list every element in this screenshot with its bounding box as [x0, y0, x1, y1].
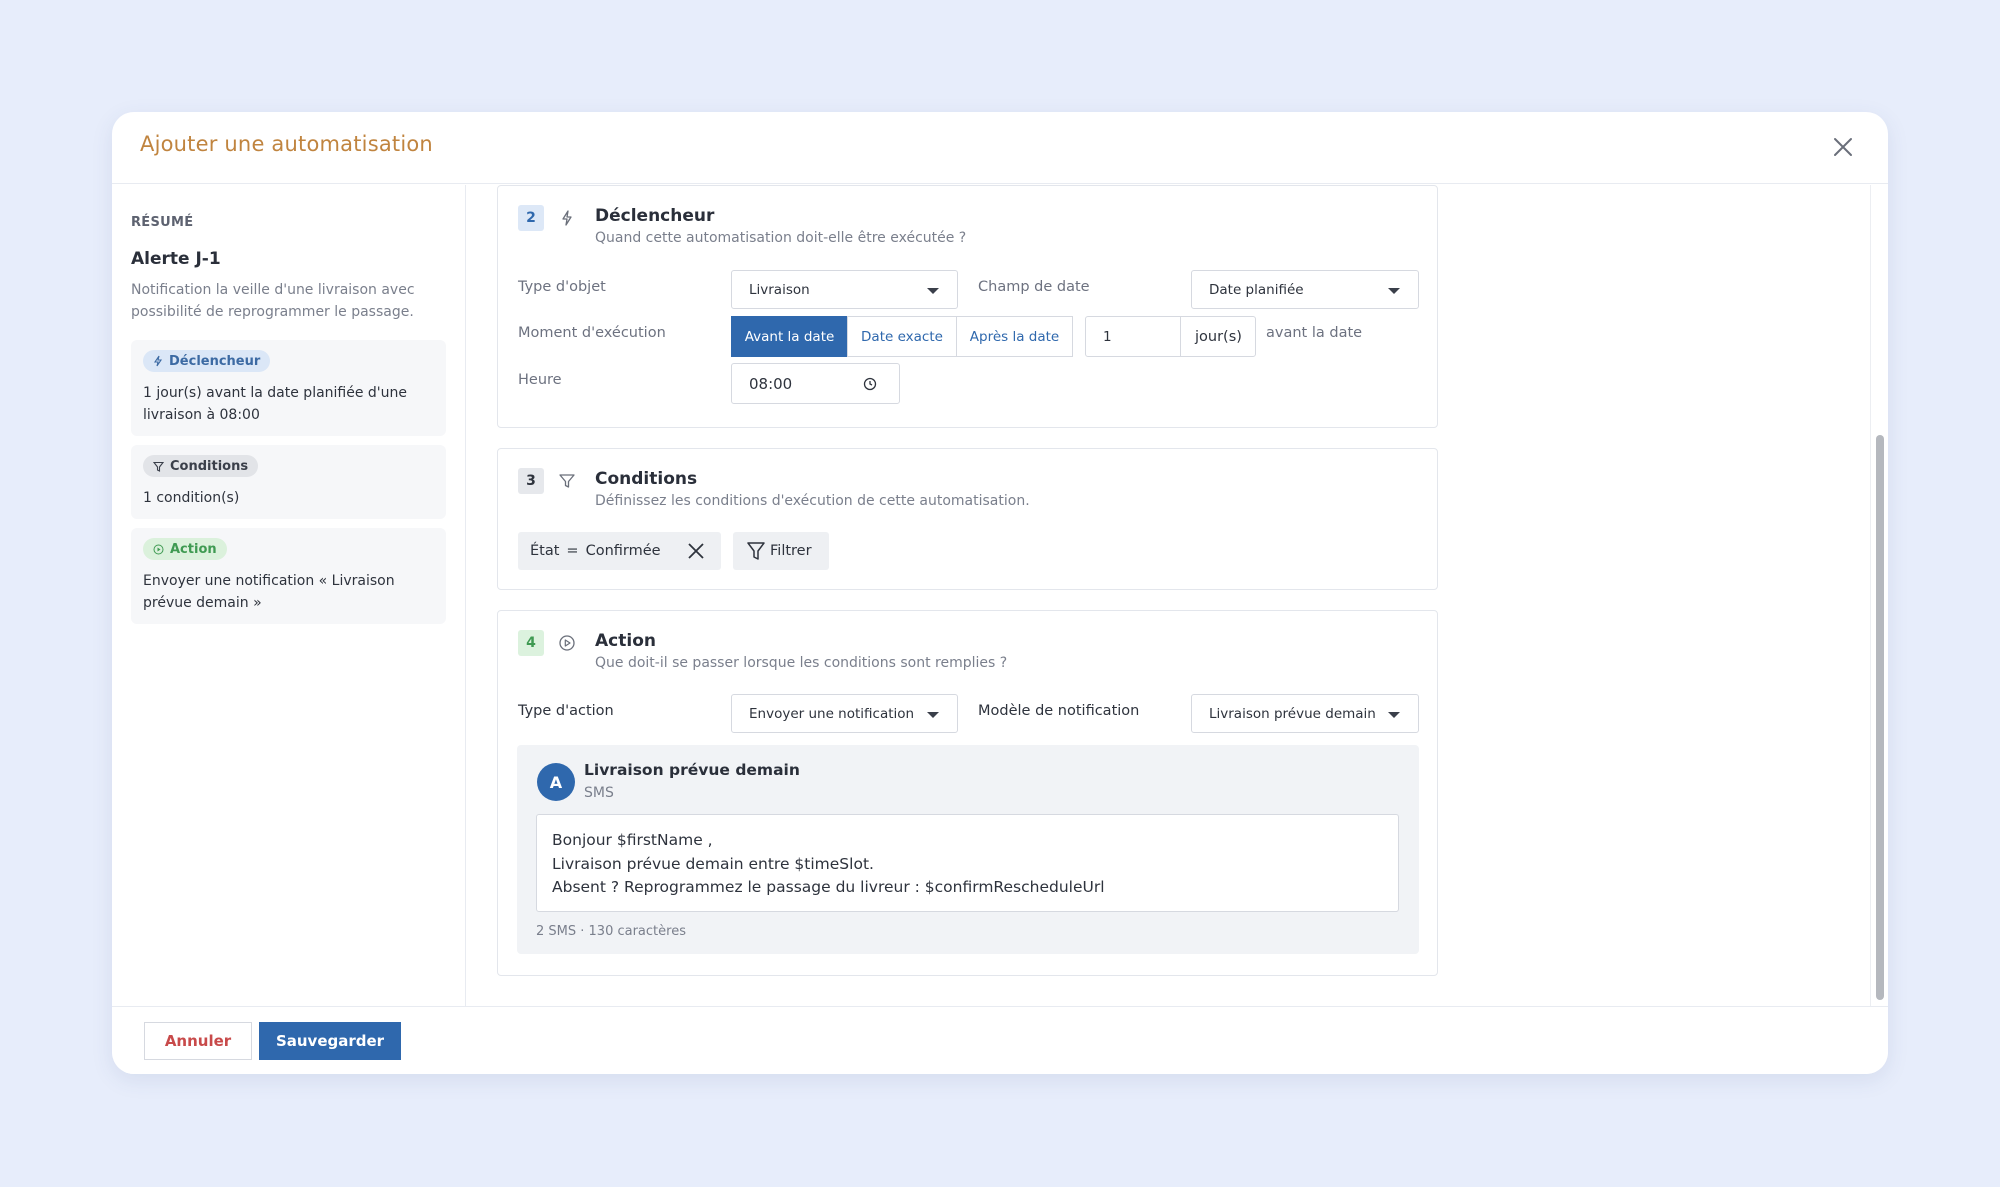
offset-suffix: avant la date: [1266, 325, 1363, 341]
offset-unit: jour(s): [1180, 316, 1256, 357]
filter-icon: [559, 474, 575, 488]
sms-count: 2 SMS · 130 caractères: [536, 924, 686, 939]
save-button[interactable]: Sauvegarder: [259, 1022, 401, 1060]
filter-operator: =: [566, 543, 579, 559]
scrollbar[interactable]: [1870, 185, 1888, 1006]
message-line: Bonjour $firstName ,: [552, 831, 713, 849]
moment-option-exact[interactable]: Date exacte: [847, 316, 957, 357]
main-content[interactable]: 2 Déclencheur Quand cette automatisation…: [467, 185, 1888, 1006]
summary-card-trigger: Déclencheur 1 jour(s) avant la date plan…: [131, 340, 446, 436]
conditions-chip: Conditions: [143, 455, 259, 477]
section-title: Déclencheur: [595, 206, 715, 226]
object-type-select[interactable]: Livraison: [731, 270, 958, 309]
moment-option-before[interactable]: Avant la date: [731, 316, 848, 357]
play-circle-icon: [559, 635, 575, 651]
trigger-chip-label: Déclencheur: [169, 353, 261, 369]
action-chip: Action: [143, 538, 227, 560]
summary-card-conditions: Conditions 1 condition(s): [131, 445, 446, 519]
action-chip-label: Action: [170, 541, 217, 557]
close-icon: [1834, 138, 1852, 156]
chevron-down-icon: [927, 712, 939, 718]
section-subtitle: Définissez les conditions d'exécution de…: [595, 493, 1030, 509]
time-value: 08:00: [749, 374, 793, 393]
preview-title: Livraison prévue demain: [584, 761, 800, 779]
step-badge: 4: [518, 630, 544, 656]
summary-title: Alerte J-1: [131, 249, 221, 269]
chevron-down-icon: [1388, 712, 1400, 718]
automation-modal: Ajouter une automatisation RÉSUMÉ Alerte…: [112, 112, 1888, 1074]
preview-channel: SMS: [584, 785, 614, 801]
play-circle-icon: [153, 544, 164, 554]
filter-button-label: Filtrer: [770, 543, 812, 559]
template-label: Modèle de notification: [978, 703, 1140, 719]
moment-label: Moment d'exécution: [518, 325, 666, 341]
time-label: Heure: [518, 372, 562, 388]
action-summary-text: Envoyer une notification « Livraison pré…: [143, 573, 395, 611]
section-title: Action: [595, 631, 656, 651]
close-button[interactable]: [1828, 132, 1858, 162]
filter-value: Confirmée: [585, 543, 661, 559]
template-value: Livraison prévue demain: [1209, 705, 1376, 722]
scrollbar-thumb[interactable]: [1876, 435, 1884, 1000]
conditions-section: 3 Conditions Définissez les conditions d…: [497, 448, 1438, 590]
summary-sidebar: RÉSUMÉ Alerte J-1 Notification la veille…: [112, 185, 466, 1006]
moment-option-after[interactable]: Après la date: [956, 316, 1073, 357]
date-field-select[interactable]: Date planifiée: [1191, 270, 1419, 309]
action-section: 4 Action Que doit-il se passer lorsque l…: [497, 610, 1438, 976]
message-line: Livraison prévue demain entre $timeSlot.: [552, 854, 874, 873]
time-input[interactable]: 08:00: [731, 363, 900, 404]
action-type-value: Envoyer une notification: [749, 705, 915, 722]
summary-card-action: Action Envoyer une notification « Livrai…: [131, 528, 446, 624]
template-select[interactable]: Livraison prévue demain: [1191, 694, 1419, 733]
section-subtitle: Que doit-il se passer lorsque les condit…: [595, 655, 1008, 671]
step-badge: 2: [518, 205, 544, 231]
object-type-label: Type d'objet: [518, 279, 606, 295]
modal-footer: Annuler Sauvegarder: [112, 1006, 1888, 1074]
avatar: A: [537, 763, 575, 801]
conditions-chip-label: Conditions: [170, 458, 249, 474]
lightning-icon: [562, 210, 572, 226]
filter-button[interactable]: Filtrer: [733, 532, 829, 570]
step-badge: 3: [518, 468, 544, 494]
summary-description: Notification la veille d'une livraison a…: [131, 282, 415, 320]
chevron-down-icon: [1388, 288, 1400, 294]
notification-preview: A Livraison prévue demain SMS Bonjour $f…: [517, 745, 1419, 954]
filter-field: État: [530, 543, 560, 559]
clock-icon: [863, 377, 877, 391]
trigger-chip: Déclencheur: [143, 350, 271, 372]
modal-title: Ajouter une automatisation: [140, 132, 433, 156]
offset-unit-label: jour(s): [1195, 328, 1242, 345]
summary-kicker: RÉSUMÉ: [131, 215, 194, 230]
section-subtitle: Quand cette automatisation doit-elle êtr…: [595, 230, 967, 246]
object-type-value: Livraison: [749, 281, 810, 298]
chevron-down-icon: [927, 288, 939, 294]
trigger-summary-text: 1 jour(s) avant la date planifiée d'une …: [143, 385, 408, 423]
section-title: Conditions: [595, 469, 698, 489]
cancel-button[interactable]: Annuler: [144, 1022, 252, 1060]
action-type-label: Type d'action: [518, 703, 614, 719]
message-line: Absent ? Reprogrammez le passage du livr…: [552, 878, 1105, 896]
filter-icon: [153, 461, 164, 472]
action-type-select[interactable]: Envoyer une notification: [731, 694, 958, 733]
offset-value: 1: [1103, 328, 1112, 345]
offset-input[interactable]: 1: [1085, 316, 1181, 357]
conditions-summary-text: 1 condition(s): [143, 490, 240, 506]
condition-filter-pill[interactable]: État = Confirmée: [518, 532, 721, 570]
filter-icon: [747, 542, 765, 560]
modal-header: Ajouter une automatisation: [112, 112, 1888, 184]
date-field-value: Date planifiée: [1209, 281, 1304, 298]
close-icon[interactable]: [687, 542, 705, 560]
lightning-icon: [153, 355, 163, 367]
trigger-section: 2 Déclencheur Quand cette automatisation…: [497, 185, 1438, 428]
date-field-label: Champ de date: [978, 279, 1090, 295]
message-body[interactable]: Bonjour $firstName , Livraison prévue de…: [536, 814, 1399, 912]
